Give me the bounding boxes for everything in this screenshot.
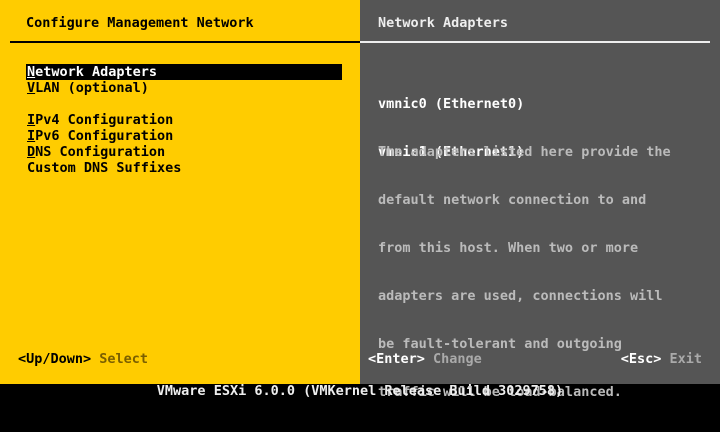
description-line: adapters are used, connections will — [378, 288, 663, 304]
footer-exit-hint: <Esc> Exit — [621, 351, 702, 367]
menu-item-ipv6-configuration[interactable]: IPv6 Configuration — [26, 128, 342, 144]
adapter-item: vmnic0 (Ethernet0) — [378, 96, 525, 112]
menu-item-hotkey: I — [27, 112, 36, 128]
menu-item-vlan[interactable]: VLAN (optional) — [26, 80, 342, 96]
select-action-label: Select — [99, 351, 149, 367]
title-divider — [360, 41, 710, 43]
menu-item-hotkey: N — [27, 64, 36, 80]
left-pane: Configure Management Network Network Ada… — [0, 0, 360, 384]
menu-item-hotkey: V — [27, 80, 36, 96]
description-line: The adapters listed here provide the — [378, 144, 671, 160]
menu-item-hotkey: D — [27, 144, 36, 160]
menu-item-label: etwork Adapters — [35, 64, 158, 80]
description-line: from this host. When two or more — [378, 240, 639, 256]
menu-item-custom-dns-suffixes[interactable]: Custom DNS Suffixes — [26, 160, 342, 176]
menu-item-label: Pv6 Configuration — [35, 128, 174, 144]
menu-item-label: NS Configuration — [35, 144, 166, 160]
title-divider — [10, 41, 360, 43]
right-pane: Network Adapters vmnic0 (Ethernet0) vmni… — [360, 0, 720, 400]
status-bar: VMware ESXi 6.0.0 (VMKernel Release Buil… — [156, 383, 564, 399]
menu-item-network-adapters[interactable]: Network Adapters — [26, 64, 342, 80]
pane-title: Configure Management Network — [26, 15, 254, 31]
network-menu: Network Adapters VLAN (optional) IPv4 Co… — [26, 64, 342, 176]
up-down-key[interactable]: <Up/Down> — [18, 351, 91, 367]
footer-change-hint: <Enter> Change — [368, 351, 482, 367]
menu-item-label: Custom DNS Suffixes — [27, 160, 182, 176]
description-line: default network connection to and — [378, 192, 647, 208]
change-action-label: Change — [433, 351, 482, 367]
pane-title: Network Adapters — [378, 15, 509, 31]
menu-item-ipv4-configuration[interactable]: IPv4 Configuration — [26, 112, 342, 128]
description-line: be fault-tolerant and outgoing — [378, 336, 622, 352]
menu-item-hotkey: I — [27, 128, 36, 144]
menu-item-label: Pv4 Configuration — [35, 112, 174, 128]
esc-key[interactable]: <Esc> — [621, 351, 662, 367]
exit-action-label: Exit — [669, 351, 702, 367]
menu-item-dns-configuration[interactable]: DNS Configuration — [26, 144, 342, 160]
enter-key[interactable]: <Enter> — [368, 351, 425, 367]
menu-item-label: LAN (optional) — [35, 80, 149, 96]
footer-select-hint: <Up/Down> Select — [18, 351, 148, 367]
